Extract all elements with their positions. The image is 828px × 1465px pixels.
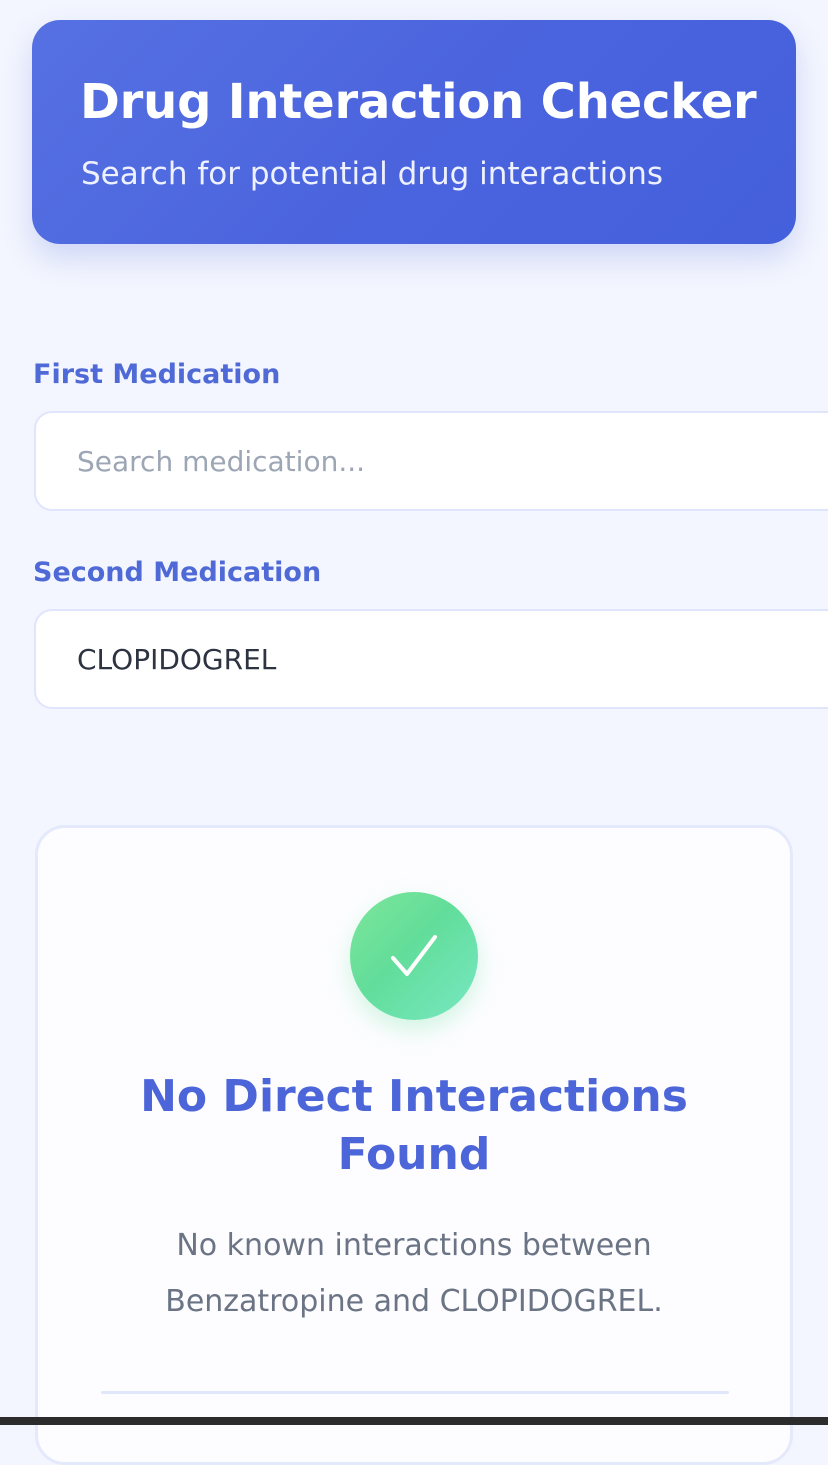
second-medication-input[interactable] [34,609,828,709]
app-subtitle: Search for potential drug interactions [81,156,663,192]
bottom-edge-bar [0,1417,828,1425]
success-badge [350,892,478,1020]
result-title: No Direct Interactions Found [140,1071,688,1180]
result-card: No Direct Interactions Found No known in… [35,825,793,1465]
result-message: No known interactions between Benzatropi… [165,1228,663,1319]
result-divider [101,1391,729,1394]
second-medication-label: Second Medication [33,557,322,588]
first-medication-input[interactable] [34,411,828,511]
checkmark-icon [391,935,437,976]
first-medication-label: First Medication [33,359,281,390]
app-header: Drug Interaction Checker Search for pote… [32,20,796,244]
app-title: Drug Interaction Checker [80,74,757,130]
